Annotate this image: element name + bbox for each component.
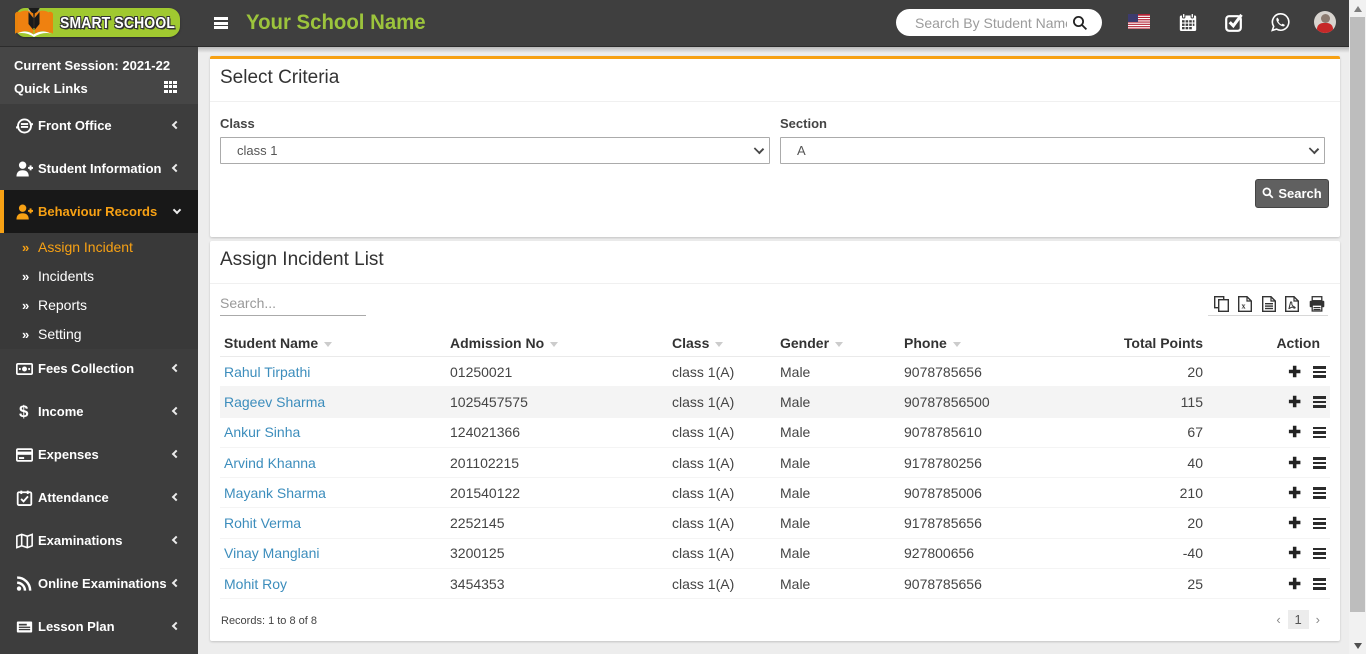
svg-text:x: x xyxy=(1242,302,1246,311)
